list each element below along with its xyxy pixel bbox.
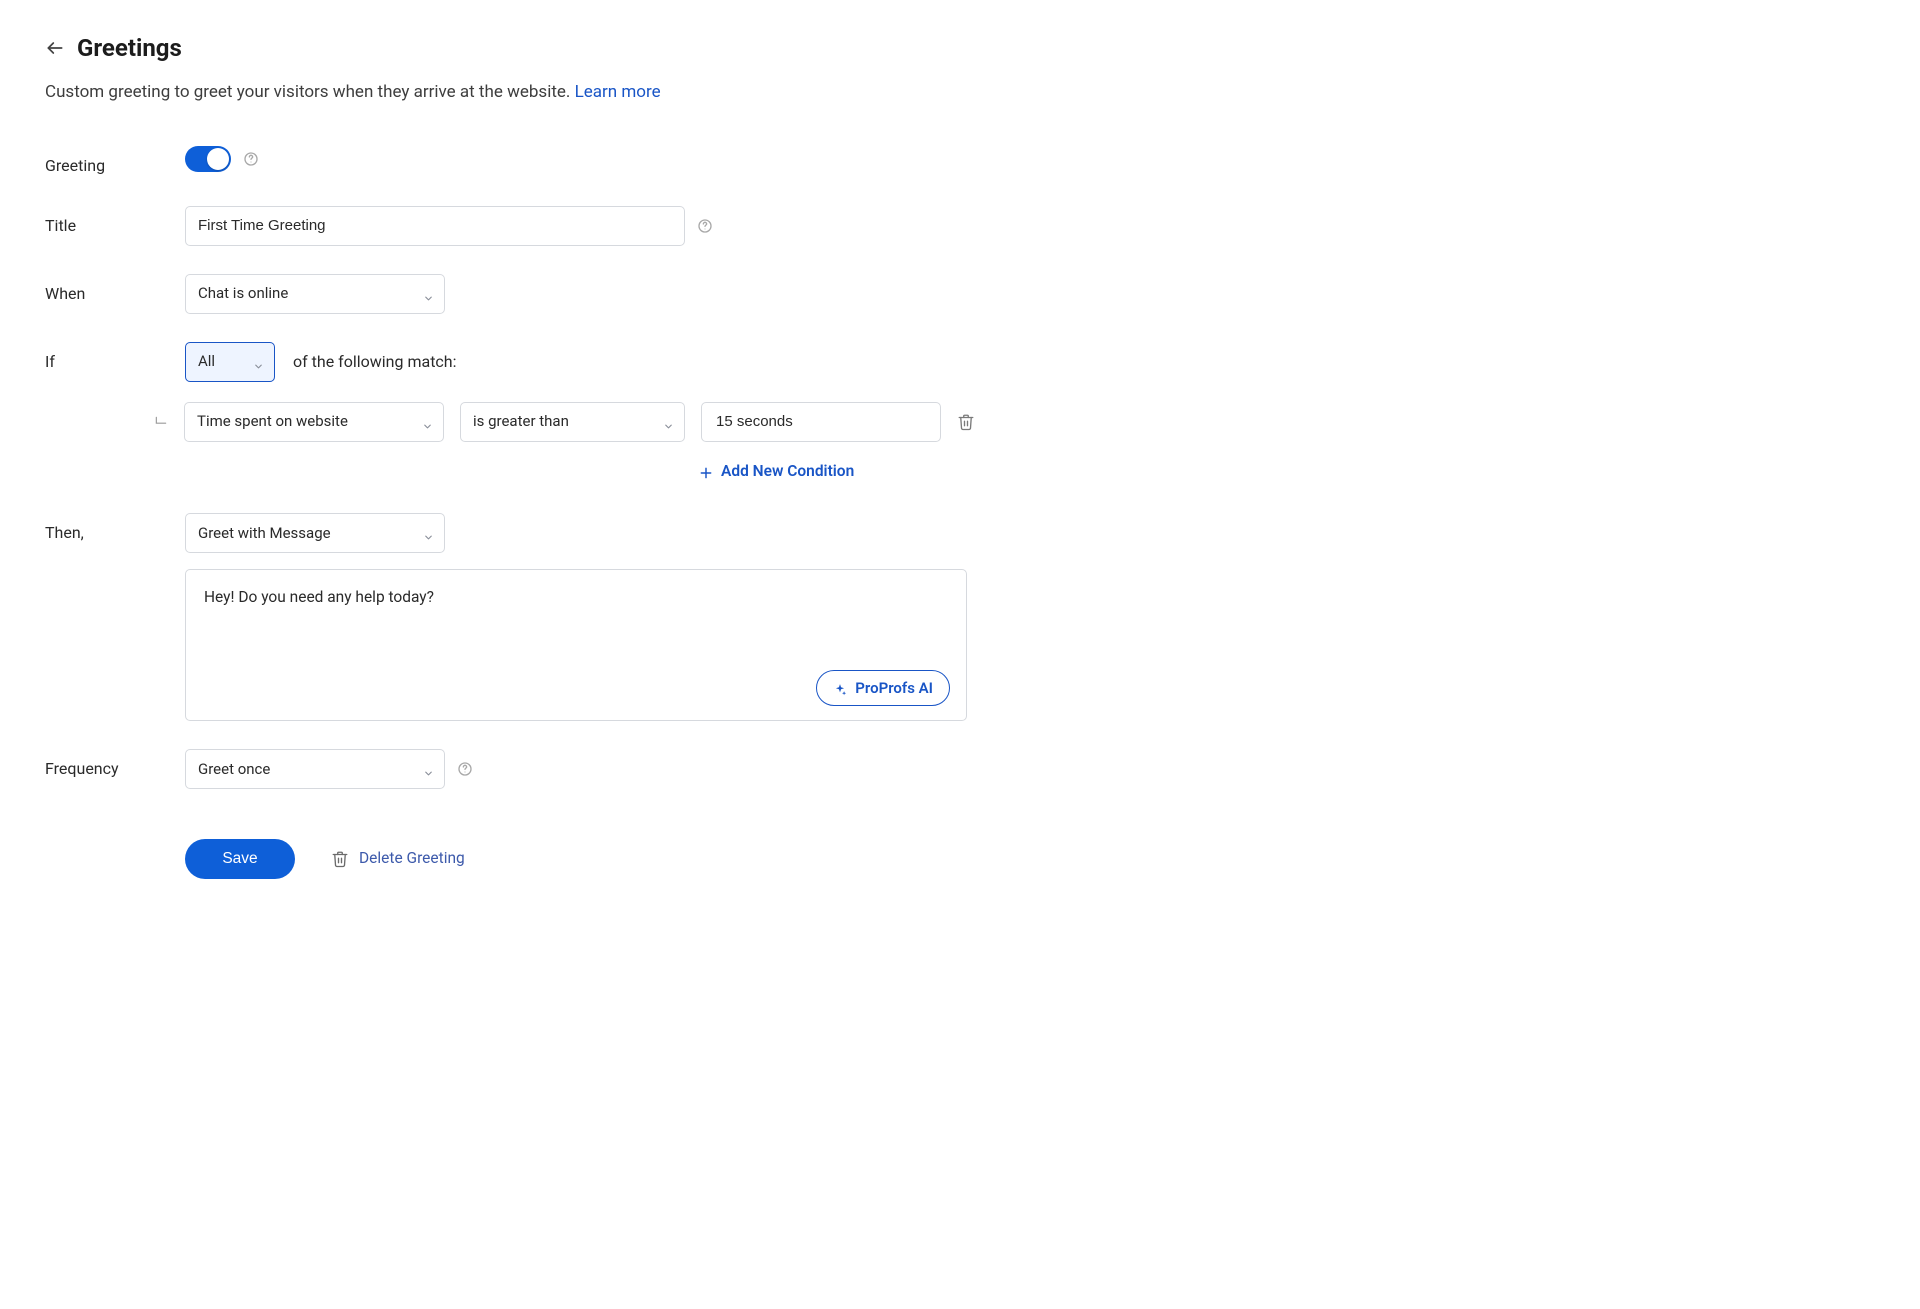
match-mode-value: All xyxy=(198,350,215,373)
title-input[interactable] xyxy=(185,206,685,246)
delete-greeting-button[interactable]: Delete Greeting xyxy=(331,847,465,870)
when-label: When xyxy=(45,274,185,306)
condition-operator-value: is greater than xyxy=(473,410,569,433)
chevron-down-icon xyxy=(253,356,264,367)
proprofs-ai-button[interactable]: ProProfs AI xyxy=(816,670,950,706)
plus-icon xyxy=(699,464,713,478)
sparkle-icon xyxy=(833,681,847,695)
chevron-down-icon xyxy=(423,288,434,299)
delete-condition-icon[interactable] xyxy=(957,413,975,431)
frequency-select[interactable]: Greet once xyxy=(185,749,445,789)
help-icon[interactable] xyxy=(243,151,259,167)
page-subtitle: Custom greeting to greet your visitors w… xyxy=(45,80,1875,106)
trash-icon xyxy=(331,850,349,868)
help-icon[interactable] xyxy=(457,761,473,777)
ai-button-label: ProProfs AI xyxy=(855,677,933,700)
page-title: Greetings xyxy=(77,30,182,66)
greeting-toggle[interactable] xyxy=(185,146,231,172)
add-condition-button[interactable]: Add New Condition xyxy=(699,460,1875,483)
title-label: Title xyxy=(45,206,185,238)
if-label: If xyxy=(45,342,185,374)
condition-field-select[interactable]: Time spent on website xyxy=(184,402,444,442)
message-text: Hey! Do you need any help today? xyxy=(204,586,948,609)
then-action-value: Greet with Message xyxy=(198,522,331,545)
chevron-down-icon xyxy=(422,416,433,427)
match-mode-select[interactable]: All xyxy=(185,342,275,382)
then-action-select[interactable]: Greet with Message xyxy=(185,513,445,553)
when-select-value: Chat is online xyxy=(198,282,288,305)
chevron-down-icon xyxy=(423,763,434,774)
when-select[interactable]: Chat is online xyxy=(185,274,445,314)
condition-operator-select[interactable]: is greater than xyxy=(460,402,685,442)
delete-greeting-label: Delete Greeting xyxy=(359,847,465,870)
chevron-down-icon xyxy=(663,416,674,427)
subtitle-text: Custom greeting to greet your visitors w… xyxy=(45,82,575,102)
chevron-down-icon xyxy=(423,527,434,538)
frequency-value: Greet once xyxy=(198,758,270,781)
condition-field-value: Time spent on website xyxy=(197,410,348,433)
tree-indent-icon xyxy=(140,415,168,429)
condition-value-input[interactable] xyxy=(701,402,941,442)
if-sentence-text: of the following match: xyxy=(293,350,456,374)
frequency-label: Frequency xyxy=(45,749,185,781)
message-textarea[interactable]: Hey! Do you need any help today? ProProf… xyxy=(185,569,967,721)
greeting-label: Greeting xyxy=(45,146,185,178)
help-icon[interactable] xyxy=(697,218,713,234)
learn-more-link[interactable]: Learn more xyxy=(575,82,661,102)
back-arrow-icon[interactable] xyxy=(45,38,65,58)
add-condition-label: Add New Condition xyxy=(721,460,854,483)
then-label: Then, xyxy=(45,513,185,545)
save-button[interactable]: Save xyxy=(185,839,295,879)
